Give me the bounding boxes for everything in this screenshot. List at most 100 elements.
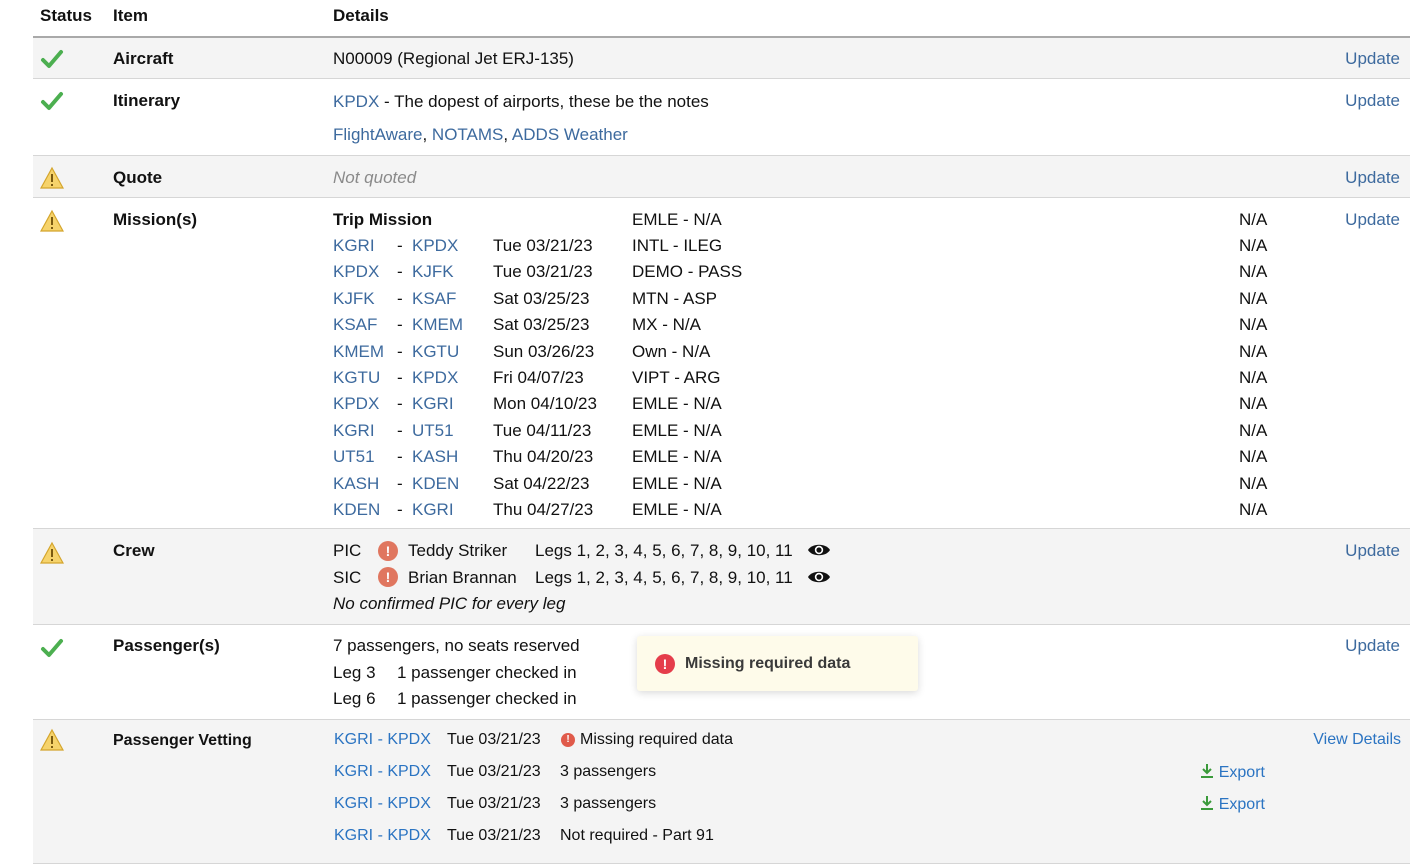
vetting-route-link[interactable]: KGRI - KPDX bbox=[334, 731, 431, 749]
itinerary-update-link[interactable]: Update bbox=[1345, 91, 1400, 111]
leg-to-link[interactable]: KGRI bbox=[412, 500, 454, 520]
view-details-link[interactable]: View Details bbox=[1313, 731, 1401, 749]
vetting-info: Missing required data bbox=[580, 731, 733, 748]
trip-mission-title: Trip Mission bbox=[333, 210, 433, 229]
crew-name-pic: Teddy Striker bbox=[408, 541, 508, 560]
leg-na: N/A bbox=[1239, 236, 1268, 255]
leg-dash: - bbox=[397, 394, 403, 414]
leg-code: EMLE - N/A bbox=[632, 394, 722, 414]
warning-icon bbox=[40, 209, 64, 232]
leg-to-link[interactable]: UT51 bbox=[412, 421, 454, 441]
leg-dash: - bbox=[397, 447, 403, 467]
aircraft-label: Aircraft bbox=[113, 49, 174, 68]
eye-icon[interactable] bbox=[807, 569, 831, 585]
vetting-route-link[interactable]: KGRI - KPDX bbox=[334, 795, 431, 813]
leg-from-link[interactable]: KMEM bbox=[333, 342, 384, 362]
leg-na: N/A bbox=[1239, 473, 1268, 493]
quote-label: Quote bbox=[113, 168, 163, 187]
crew-role-sic: SIC bbox=[333, 568, 362, 587]
eye-icon[interactable] bbox=[807, 542, 831, 558]
leg-to-link[interactable]: KGRI bbox=[412, 394, 454, 414]
leg-na: N/A bbox=[1239, 447, 1268, 467]
passenger-leg-label: Leg 3 bbox=[333, 663, 376, 682]
leg-date: Tue 04/11/23 bbox=[493, 420, 592, 440]
leg-from-link[interactable]: KSAF bbox=[333, 315, 377, 335]
leg-from-link[interactable]: KGRI bbox=[333, 236, 375, 256]
leg-dash: - bbox=[397, 315, 403, 335]
export-link[interactable]: Export bbox=[1200, 762, 1265, 782]
alert-icon: ! bbox=[378, 567, 398, 587]
leg-from-link[interactable]: KPDX bbox=[333, 262, 379, 282]
leg-from-link[interactable]: KASH bbox=[333, 474, 379, 494]
export-link[interactable]: Export bbox=[1200, 794, 1265, 814]
passengers-update-link[interactable]: Update bbox=[1345, 636, 1400, 656]
leg-code: MX - N/A bbox=[632, 315, 701, 335]
warning-icon bbox=[40, 166, 64, 189]
leg-from-link[interactable]: UT51 bbox=[333, 447, 375, 467]
vetting-info: 3 passengers bbox=[560, 763, 657, 780]
leg-to-link[interactable]: KJFK bbox=[412, 262, 454, 282]
toast-text: Missing required data bbox=[685, 655, 851, 672]
vetting-label: Passenger Vetting bbox=[113, 732, 252, 749]
vetting-route-link[interactable]: KGRI - KPDX bbox=[334, 827, 431, 845]
leg-to-link[interactable]: KPDX bbox=[412, 236, 458, 256]
vetting-date: Tue 03/21/23 bbox=[447, 795, 541, 812]
leg-na: N/A bbox=[1239, 262, 1268, 282]
itinerary-label: Itinerary bbox=[113, 91, 181, 110]
leg-to-link[interactable]: KASH bbox=[412, 447, 458, 467]
vetting-date: Tue 03/21/23 bbox=[447, 827, 541, 844]
quote-update-link[interactable]: Update bbox=[1345, 168, 1400, 188]
passengers-label: Passenger(s) bbox=[113, 636, 220, 655]
leg-dash: - bbox=[397, 473, 403, 493]
leg-code: Own - N/A bbox=[632, 341, 711, 361]
leg-from-link[interactable]: KPDX bbox=[333, 394, 379, 414]
trip-mission-na: N/A bbox=[1239, 210, 1268, 229]
check-icon bbox=[41, 639, 63, 657]
leg-to-link[interactable]: KMEM bbox=[412, 315, 463, 335]
notams-link[interactable]: NOTAMS bbox=[432, 125, 503, 144]
export-label: Export bbox=[1218, 796, 1265, 813]
vetting-route-link[interactable]: KGRI - KPDX bbox=[334, 763, 431, 781]
aircraft-update-link[interactable]: Update bbox=[1345, 49, 1400, 69]
leg-to-link[interactable]: KDEN bbox=[412, 474, 459, 494]
adds-weather-link[interactable]: ADDS Weather bbox=[512, 125, 628, 144]
leg-dash: - bbox=[397, 368, 403, 387]
alert-icon: ! bbox=[561, 733, 575, 747]
row-aircraft: Aircraft N00009 (Regional Jet ERJ-135) U… bbox=[33, 38, 1410, 79]
leg-to-link[interactable]: KSAF bbox=[412, 289, 456, 309]
leg-date: Tue 03/21/23 bbox=[493, 236, 593, 255]
header-item: Item bbox=[113, 6, 148, 25]
quote-value: Not quoted bbox=[333, 168, 417, 187]
crew-update-link[interactable]: Update bbox=[1345, 541, 1400, 561]
warning-icon bbox=[40, 541, 64, 564]
leg-to-link[interactable]: KPDX bbox=[412, 368, 458, 388]
leg-to-link[interactable]: KGTU bbox=[412, 342, 459, 362]
leg-na: N/A bbox=[1239, 420, 1268, 440]
leg-from-link[interactable]: KGRI bbox=[333, 421, 375, 441]
passenger-leg-text: 1 passenger checked in bbox=[397, 689, 577, 708]
vetting-date: Tue 03/21/23 bbox=[447, 763, 541, 780]
leg-from-link[interactable]: KDEN bbox=[333, 500, 380, 520]
row-vetting: Passenger Vetting View Details KGRI - KP… bbox=[33, 720, 1410, 864]
row-crew: Crew PIC ! Teddy Striker Legs 1, 2, 3, 4… bbox=[33, 529, 1410, 625]
itinerary-airport-link[interactable]: KPDX bbox=[333, 92, 379, 111]
export-label: Export bbox=[1218, 764, 1265, 781]
leg-na: N/A bbox=[1239, 288, 1268, 308]
error-icon: ! bbox=[655, 654, 675, 674]
download-icon bbox=[1201, 764, 1213, 778]
row-itinerary: Itinerary KPDX - The dopest of airports,… bbox=[33, 79, 1410, 156]
header-status: Status bbox=[40, 6, 92, 25]
missing-data-toast[interactable]: ! Missing required data bbox=[637, 636, 918, 691]
leg-dash: - bbox=[397, 236, 403, 255]
itinerary-links: FlightAware, NOTAMS, ADDS Weather bbox=[333, 125, 628, 144]
flightaware-link[interactable]: FlightAware bbox=[333, 125, 422, 144]
leg-date: Thu 04/20/23 bbox=[493, 447, 594, 467]
leg-from-link[interactable]: KGTU bbox=[333, 368, 380, 388]
vetting-date: Tue 03/21/23 bbox=[447, 731, 541, 748]
missions-update-link[interactable]: Update bbox=[1345, 210, 1400, 230]
leg-code: INTL - ILEG bbox=[632, 236, 723, 255]
passengers-summary: 7 passengers, no seats reserved bbox=[333, 636, 580, 655]
trip-mission-code: EMLE - N/A bbox=[632, 210, 722, 229]
leg-date: Sat 04/22/23 bbox=[493, 473, 590, 493]
leg-from-link[interactable]: KJFK bbox=[333, 289, 375, 309]
